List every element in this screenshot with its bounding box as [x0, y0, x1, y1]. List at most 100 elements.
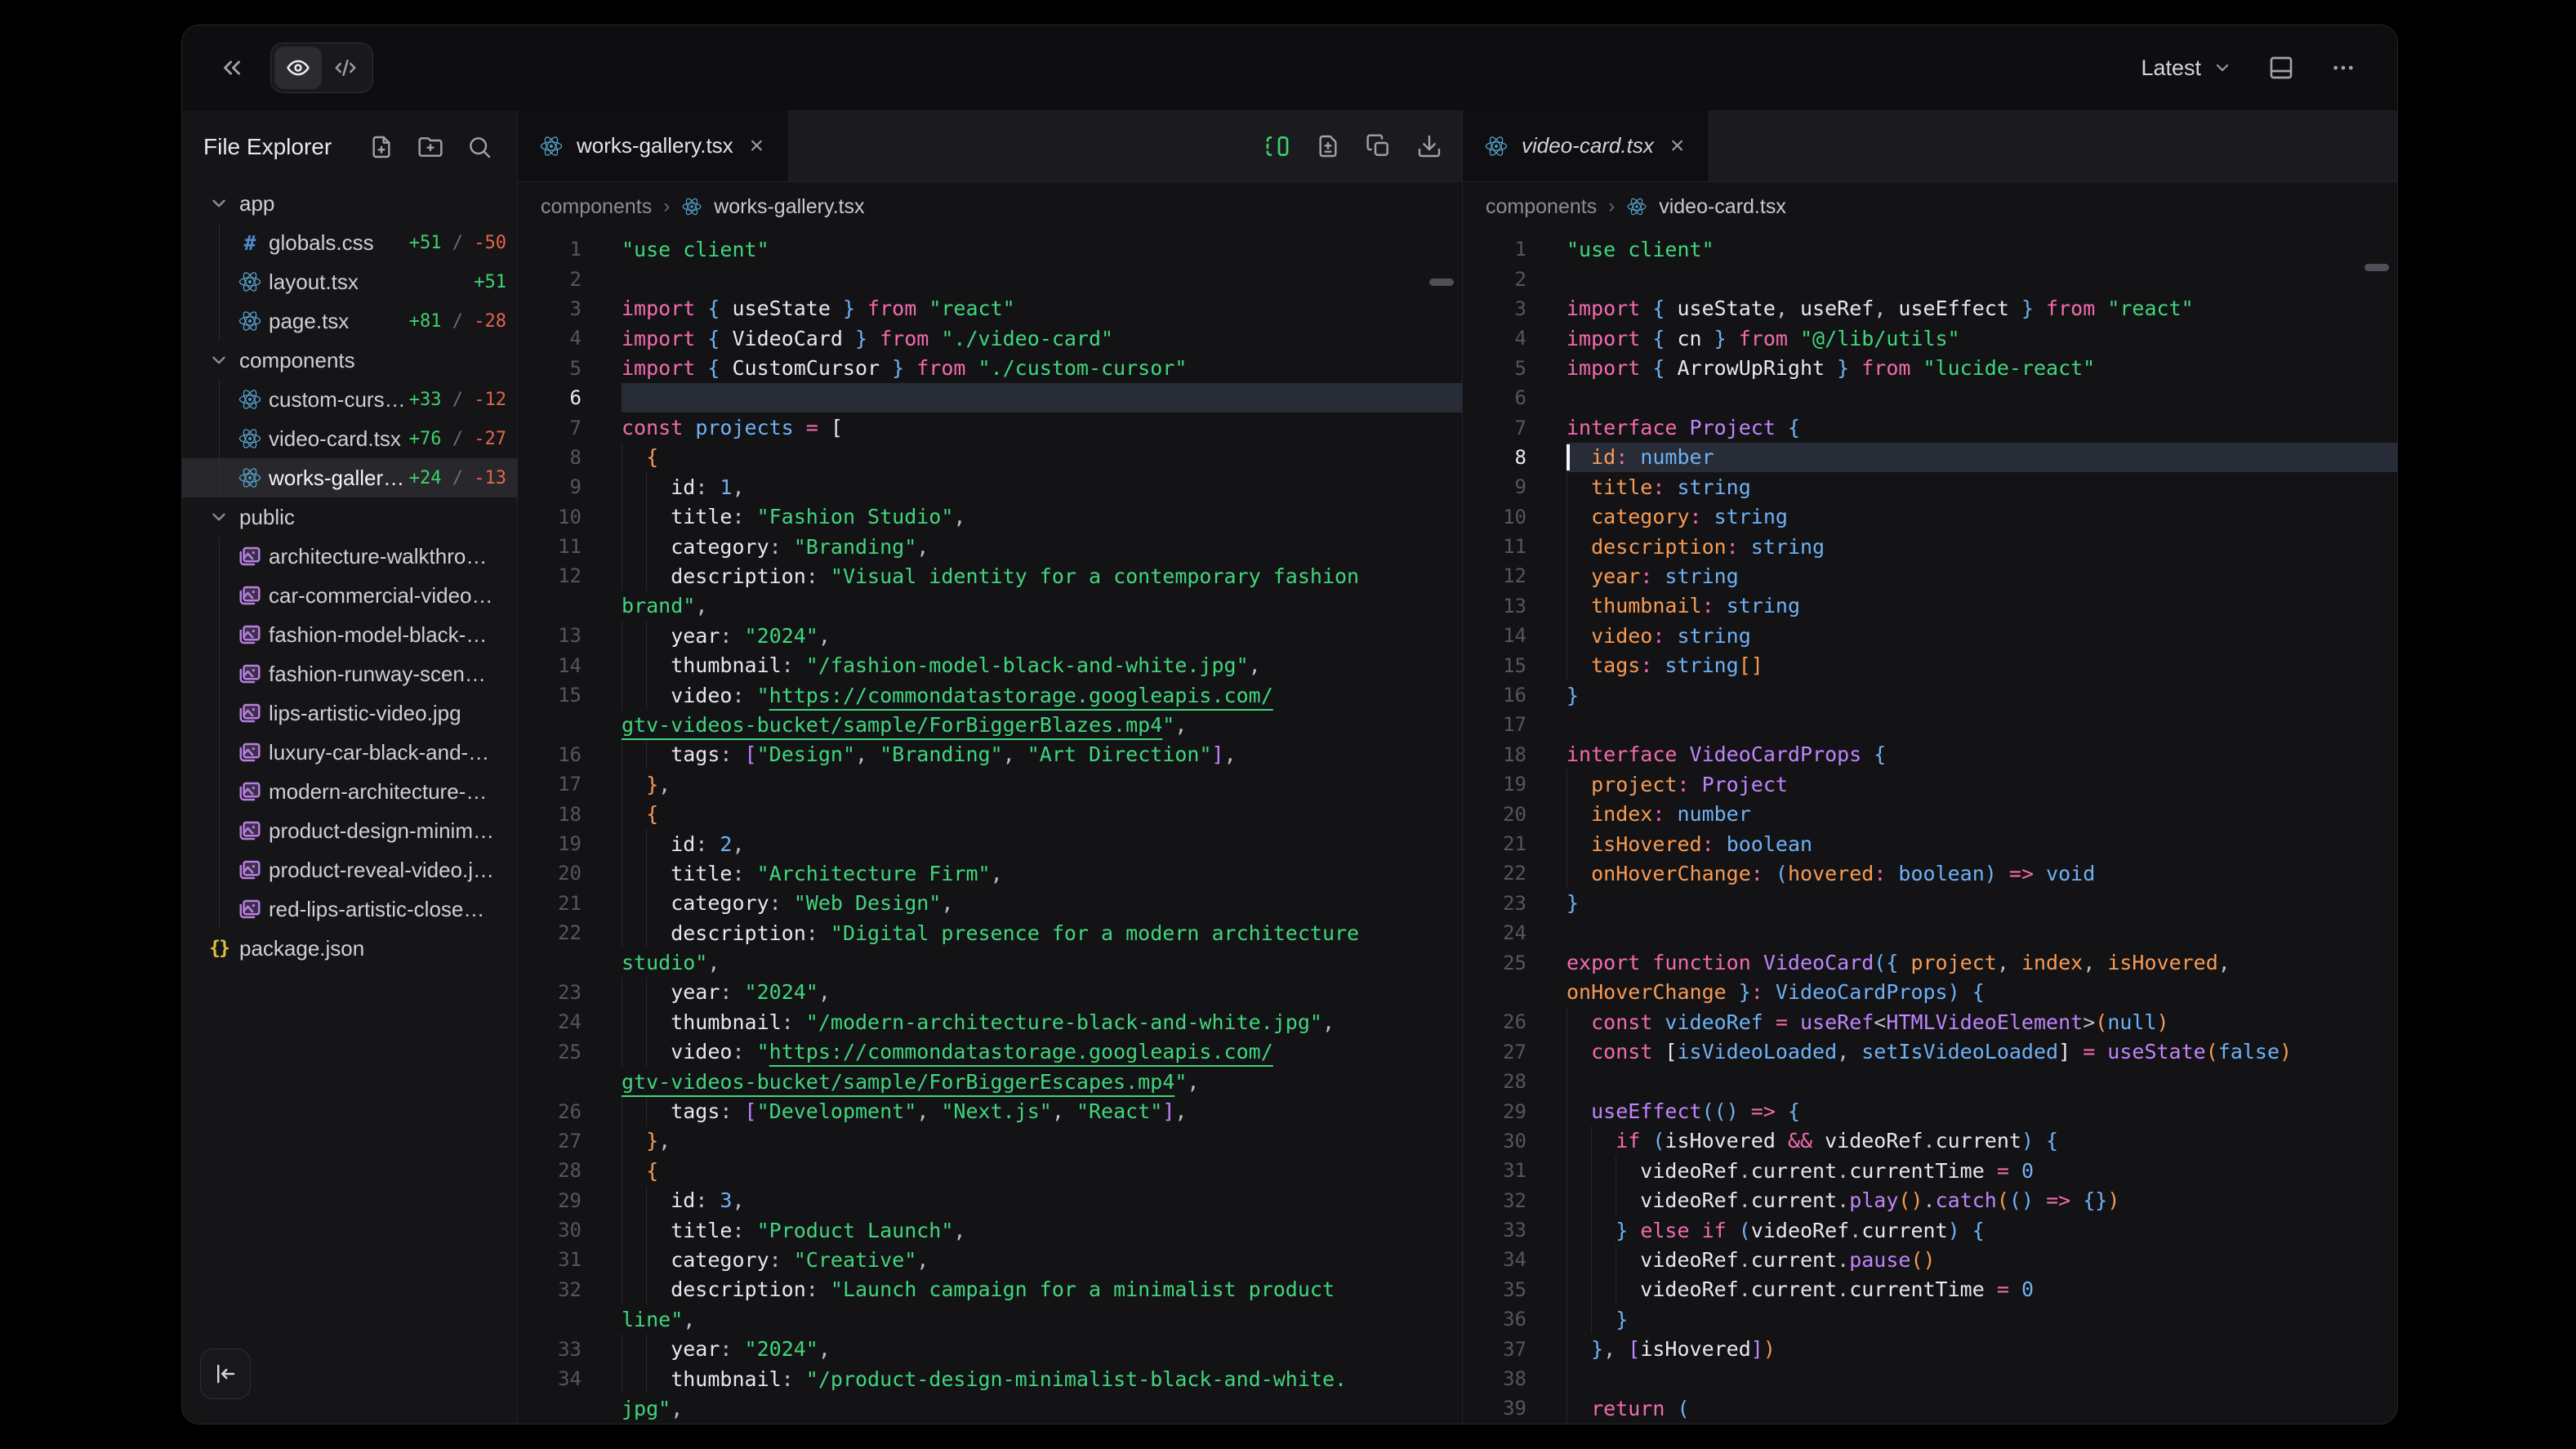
code-line[interactable]: 26 const videoRef = useRef<HTMLVideoElem… [1463, 1007, 2397, 1037]
code-line[interactable]: 12 year: string [1463, 561, 2397, 591]
tree-file-globals.css[interactable]: #globals.css+51 / -50 [182, 223, 517, 262]
code-line[interactable]: 23} [1463, 889, 2397, 918]
file-diff-icon[interactable] [1315, 133, 1341, 159]
code-line[interactable]: 8 { [518, 443, 1462, 472]
code-line[interactable]: 30 title: "Product Launch", [518, 1215, 1462, 1245]
code-line[interactable]: 39 return ( [1463, 1393, 2397, 1423]
code-line[interactable]: 24 thumbnail: "/modern-architecture-blac… [518, 1007, 1462, 1037]
tree-file-video-card.tsx[interactable]: video-card.tsx+76 / -27 [182, 419, 517, 458]
code-line[interactable]: brand", [518, 591, 1462, 621]
ellipsis-icon[interactable] [2330, 55, 2356, 81]
tree-file-product-design-minim-[interactable]: product-design-minim… [182, 811, 517, 850]
code-line[interactable]: 11 category: "Branding", [518, 532, 1462, 561]
code-line[interactable]: 36 } [1463, 1304, 2397, 1334]
code-line[interactable]: 13 year: "2024", [518, 621, 1462, 650]
collapse-sidebar-button[interactable] [200, 1349, 251, 1399]
code-line[interactable]: 29 id: 3, [518, 1186, 1462, 1215]
code-line[interactable]: 31 category: "Creative", [518, 1245, 1462, 1274]
breadcrumb-file[interactable]: video-card.tsx [1659, 195, 1786, 219]
code-line[interactable]: 10 title: "Fashion Studio", [518, 502, 1462, 532]
code-line[interactable]: 5import { ArrowUpRight } from "lucide-re… [1463, 354, 2397, 383]
breadcrumb-folder[interactable]: components [1486, 195, 1597, 219]
code-line[interactable]: 19 id: 2, [518, 829, 1462, 858]
code-line[interactable]: 25export function VideoCard({ project, i… [1463, 947, 2397, 977]
code-line[interactable]: 19 project: Project [1463, 769, 2397, 799]
code-line[interactable]: 20 title: "Architecture Firm", [518, 858, 1462, 888]
code-line[interactable]: 9 id: 1, [518, 472, 1462, 502]
code-line[interactable]: 26 tags: ["Development", "Next.js", "Rea… [518, 1096, 1462, 1126]
code-line[interactable]: 21 category: "Web Design", [518, 889, 1462, 918]
code-line[interactable]: line", [518, 1304, 1462, 1334]
code-line[interactable]: 7const projects = [ [518, 412, 1462, 442]
close-tab-icon[interactable]: × [1667, 132, 1688, 160]
code-line[interactable]: 3import { useState } from "react" [518, 294, 1462, 323]
code-line[interactable]: 1"use client" [1463, 234, 2397, 264]
tree-file-fashion-runway-scen-[interactable]: fashion-runway-scen… [182, 654, 517, 693]
code-line[interactable]: 3import { useState, useRef, useEffect } … [1463, 294, 2397, 323]
code-line[interactable]: 30 if (isHovered && videoRef.current) { [1463, 1126, 2397, 1156]
code-line[interactable]: 28 [1463, 1067, 2397, 1096]
code-line[interactable]: 10 category: string [1463, 502, 2397, 532]
code-line[interactable]: 21 isHovered: boolean [1463, 829, 2397, 858]
new-file-icon[interactable] [368, 134, 394, 160]
tree-file-layout.tsx[interactable]: layout.tsx+51 [182, 262, 517, 301]
code-line[interactable]: 18 { [518, 799, 1462, 828]
tree-folder-app[interactable]: app [182, 184, 517, 223]
tab-video-card[interactable]: video-card.tsx × [1463, 110, 1709, 181]
code-view-icon[interactable] [322, 47, 369, 89]
code-line[interactable]: 14 thumbnail: "/fashion-model-black-and-… [518, 650, 1462, 680]
code-line[interactable]: 5import { CustomCursor } from "./custom-… [518, 354, 1462, 383]
code-line[interactable]: 20 index: number [1463, 799, 2397, 828]
code-line[interactable]: 33 } else if (videoRef.current) { [1463, 1215, 2397, 1245]
code-line[interactable]: studio", [518, 947, 1462, 977]
code-line[interactable]: jpg", [518, 1393, 1462, 1423]
code-line[interactable]: gtv-videos-bucket/sample/ForBiggerBlazes… [518, 710, 1462, 739]
code-line[interactable]: 23 year: "2024", [518, 978, 1462, 1007]
code-editor-works-gallery[interactable]: 1"use client"23import { useState } from … [518, 231, 1462, 1424]
chevrons-left-icon[interactable] [218, 54, 246, 82]
search-icon[interactable] [466, 134, 492, 160]
new-folder-icon[interactable] [417, 134, 443, 160]
code-line[interactable]: 32 description: "Launch campaign for a m… [518, 1275, 1462, 1304]
code-line[interactable]: 1"use client" [518, 234, 1462, 264]
code-line[interactable]: 38 [1463, 1364, 2397, 1393]
scrollbar-thumb[interactable] [2364, 264, 2389, 271]
version-dropdown[interactable]: Latest [2141, 56, 2232, 81]
code-line[interactable]: 4import { cn } from "@/lib/utils" [1463, 323, 2397, 353]
code-line[interactable]: 15 video: "https://commondatastorage.goo… [518, 680, 1462, 710]
code-line[interactable]: 7interface Project { [1463, 412, 2397, 442]
tree-file-modern-architecture-[interactable]: modern-architecture-… [182, 772, 517, 811]
code-line[interactable]: 12 description: "Visual identity for a c… [518, 561, 1462, 591]
code-line[interactable]: 25 video: "https://commondatastorage.goo… [518, 1037, 1462, 1067]
tree-file-package.json[interactable]: {}package.json [182, 929, 517, 968]
tree-file-custom-curs-[interactable]: custom-curs…+33 / -12 [182, 380, 517, 419]
code-line[interactable]: 28 { [518, 1156, 1462, 1185]
code-line[interactable]: 6 [518, 383, 1462, 412]
breadcrumb-folder[interactable]: components [541, 195, 652, 219]
tree-folder-components[interactable]: components [182, 341, 517, 380]
code-line[interactable]: 33 year: "2024", [518, 1334, 1462, 1363]
download-icon[interactable] [1416, 133, 1442, 159]
code-line[interactable]: 11 description: string [1463, 532, 2397, 561]
code-line[interactable]: 13 thumbnail: string [1463, 591, 2397, 621]
code-line[interactable]: 34 thumbnail: "/product-design-minimalis… [518, 1364, 1462, 1393]
code-line[interactable]: 24 [1463, 918, 2397, 947]
tree-file-product-reveal-video.j-[interactable]: product-reveal-video.j… [182, 850, 517, 889]
code-line[interactable]: gtv-videos-bucket/sample/ForBiggerEscape… [518, 1067, 1462, 1096]
code-line[interactable]: 16 tags: ["Design", "Branding", "Art Dir… [518, 740, 1462, 769]
code-line[interactable]: 27 const [isVideoLoaded, setIsVideoLoade… [1463, 1037, 2397, 1067]
tab-works-gallery[interactable]: works-gallery.tsx × [518, 110, 789, 181]
code-editor-video-card[interactable]: 1"use client"23import { useState, useRef… [1463, 231, 2397, 1424]
code-line[interactable]: 29 useEffect(() => { [1463, 1096, 2397, 1126]
split-diff-icon[interactable] [1264, 133, 1290, 159]
close-tab-icon[interactable]: × [747, 132, 768, 160]
code-line[interactable]: onHoverChange }: VideoCardProps) { [1463, 978, 2397, 1007]
code-line[interactable]: 6 [1463, 383, 2397, 412]
code-line[interactable]: 17 }, [518, 769, 1462, 799]
code-line[interactable]: 16} [1463, 680, 2397, 710]
copy-icon[interactable] [1366, 133, 1392, 159]
tree-file-works-galler-[interactable]: works-galler…+24 / -13 [182, 458, 517, 497]
code-line[interactable]: 15 tags: string[] [1463, 650, 2397, 680]
panel-bottom-icon[interactable] [2268, 55, 2294, 81]
tree-folder-public[interactable]: public [182, 497, 517, 537]
